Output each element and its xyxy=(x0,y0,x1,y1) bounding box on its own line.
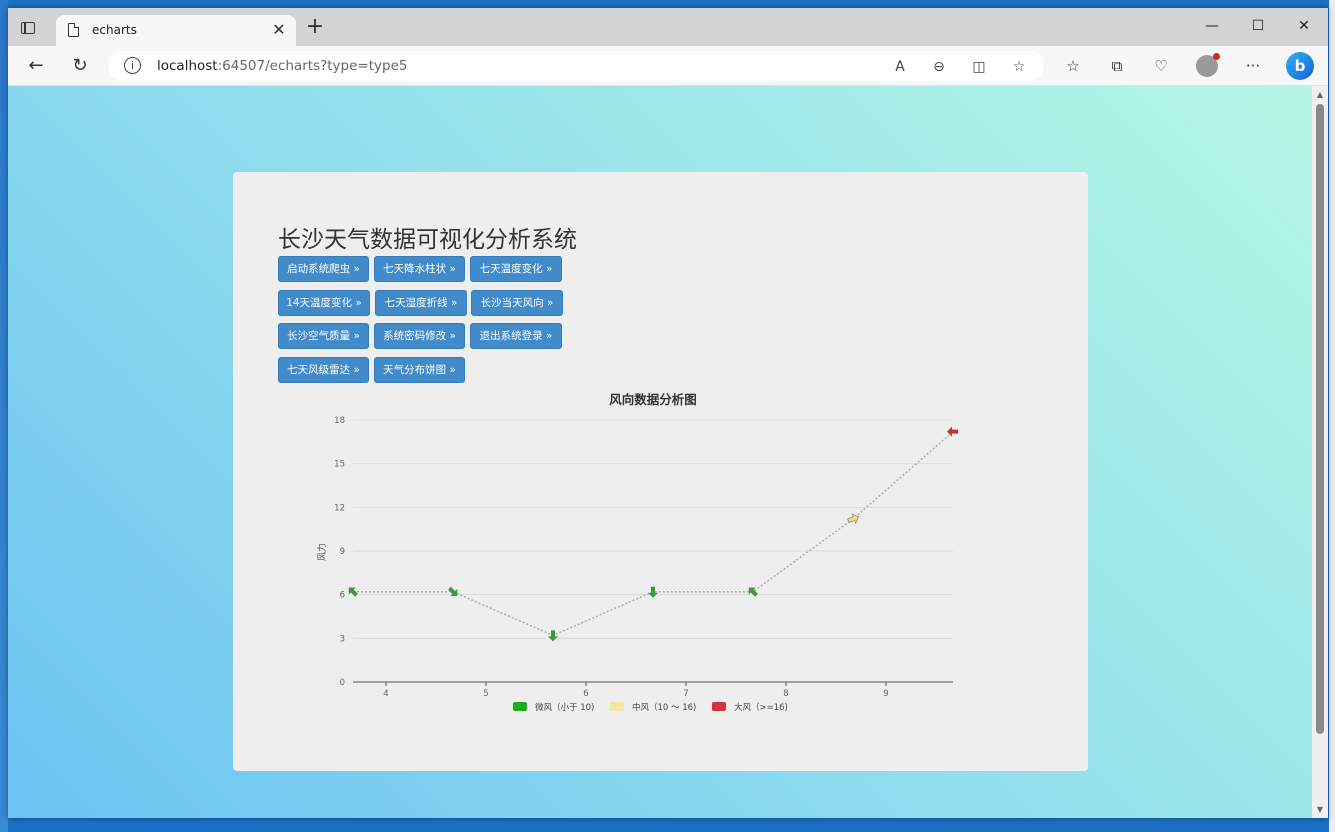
btn-logout[interactable]: 退出系统登录 » xyxy=(470,323,562,349)
btn-wind-radar[interactable]: 七天风级雷达 » xyxy=(278,357,369,383)
y-tick-label: 6 xyxy=(340,591,345,601)
tab-title: echarts xyxy=(92,23,137,37)
wind-arrow-point[interactable] xyxy=(446,585,461,600)
page-icon xyxy=(68,23,79,37)
legend-label[interactable]: 中风（10 ～ 16) xyxy=(632,702,696,713)
info-icon[interactable]: i xyxy=(124,57,141,74)
y-tick-label: 12 xyxy=(334,503,345,513)
y-tick-label: 18 xyxy=(334,416,345,426)
read-aloud-icon[interactable]: A xyxy=(890,57,910,77)
bing-copilot-icon[interactable]: b xyxy=(1286,52,1314,80)
y-axis-label: 风力 xyxy=(316,543,328,561)
split-screen-icon[interactable]: ◫ xyxy=(969,57,989,77)
page-viewport: 长沙天气数据可视化分析系统 启动系统爬虫 » 七天降水柱状 » 七天温度变化 »… xyxy=(8,86,1312,818)
close-tab-icon[interactable]: ✕ xyxy=(270,20,288,39)
tab-echarts[interactable]: echarts ✕ xyxy=(56,15,296,46)
btn-start-crawler[interactable]: 启动系统爬虫 » xyxy=(278,256,369,282)
wind-points xyxy=(348,426,958,642)
x-axis: 4 5 6 7 8 9 xyxy=(383,682,889,699)
tab-actions-icon[interactable] xyxy=(18,18,38,38)
back-icon[interactable]: ← xyxy=(24,54,48,78)
scroll-up-icon[interactable]: ▲ xyxy=(1315,90,1325,99)
wind-arrow-point[interactable] xyxy=(548,630,558,642)
collections-icon[interactable]: ⧉ xyxy=(1106,55,1128,77)
browser-essentials-icon[interactable]: ♡ xyxy=(1150,55,1172,77)
tab-strip: echarts ✕ + — ☐ ✕ xyxy=(8,8,1328,46)
desktop-edge-right xyxy=(1329,0,1335,832)
scroll-down-icon[interactable]: ▼ xyxy=(1315,805,1325,814)
page-title: 长沙天气数据可视化分析系统 xyxy=(278,227,577,253)
y-tick-label: 0 xyxy=(340,678,345,688)
url-text[interactable]: localhost:64507/echarts?type=type5 xyxy=(157,58,407,74)
scrollbar-thumb[interactable] xyxy=(1316,104,1324,734)
wind-series-line xyxy=(353,431,954,637)
y-tick-label: 3 xyxy=(340,634,345,644)
btn-fourteen-day-temp[interactable]: 14天温度变化 » xyxy=(278,290,370,316)
legend-label[interactable]: 微风（小于 10) xyxy=(535,702,594,713)
toolbar: ← ↻ i localhost:64507/echarts?type=type5… xyxy=(8,46,1328,86)
legend-label[interactable]: 大风（>=16) xyxy=(734,702,788,713)
address-bar[interactable]: i localhost:64507/echarts?type=type5 A ⊖… xyxy=(108,51,1044,81)
maximize-icon[interactable]: ☐ xyxy=(1235,8,1281,46)
x-tick-label: 6 xyxy=(583,689,588,699)
x-tick-label: 4 xyxy=(383,689,388,699)
btn-seven-day-humidity[interactable]: 七天湿度折线 » xyxy=(375,290,467,316)
x-tick-label: 7 xyxy=(683,689,688,699)
legend-swatch[interactable] xyxy=(712,702,726,711)
btn-air-quality[interactable]: 长沙空气质量 » xyxy=(278,323,369,349)
more-menu-icon[interactable]: ··· xyxy=(1242,55,1264,77)
favorites-icon[interactable]: ☆ xyxy=(1062,55,1084,77)
btn-wind-direction[interactable]: 长沙当天风向 » xyxy=(471,290,563,316)
wind-chart: 风向数据分析图 风力 0 3 6 9 12 15 18 4 5 6 7 8 9 微风（小于 10) 中风… xyxy=(316,392,958,713)
minimize-icon[interactable]: — xyxy=(1189,8,1235,46)
favorite-star-icon[interactable]: ☆ xyxy=(1009,57,1029,77)
refresh-icon[interactable]: ↻ xyxy=(68,54,92,78)
wind-arrow-icon xyxy=(448,586,458,596)
zoom-icon[interactable]: ⊖ xyxy=(929,57,949,77)
close-window-icon[interactable]: ✕ xyxy=(1281,8,1327,46)
vertical-scrollbar[interactable]: ▲ ▼ xyxy=(1312,86,1328,818)
legend-swatch[interactable] xyxy=(513,702,527,711)
desktop-edge-left xyxy=(0,0,8,832)
btn-change-password[interactable]: 系统密码修改 » xyxy=(374,323,465,349)
legend-swatch[interactable] xyxy=(610,702,624,711)
y-tick-label: 15 xyxy=(334,460,345,470)
chart-grid: 0 3 6 9 12 15 18 xyxy=(334,416,953,688)
browser-window: echarts ✕ + — ☐ ✕ ← ↻ i localhost:64507/… xyxy=(8,8,1328,818)
y-tick-label: 9 xyxy=(340,547,345,557)
profile-avatar[interactable] xyxy=(1196,53,1220,77)
new-tab-icon[interactable]: + xyxy=(304,16,326,38)
x-tick-label: 5 xyxy=(483,689,488,699)
wind-arrow-icon xyxy=(548,630,558,642)
x-tick-label: 9 xyxy=(883,689,888,699)
x-tick-label: 8 xyxy=(783,689,788,699)
main-panel: 长沙天气数据可视化分析系统 启动系统爬虫 » 七天降水柱状 » 七天温度变化 »… xyxy=(233,172,1088,771)
btn-seven-day-rain[interactable]: 七天降水柱状 » xyxy=(374,256,465,282)
chart-legend: 微风（小于 10) 中风（10 ～ 16) 大风（>=16) xyxy=(513,702,788,713)
btn-seven-day-temp[interactable]: 七天温度变化 » xyxy=(470,256,562,282)
btn-weather-pie[interactable]: 天气分布饼图 » xyxy=(374,357,465,383)
chart-title: 风向数据分析图 xyxy=(609,392,697,407)
